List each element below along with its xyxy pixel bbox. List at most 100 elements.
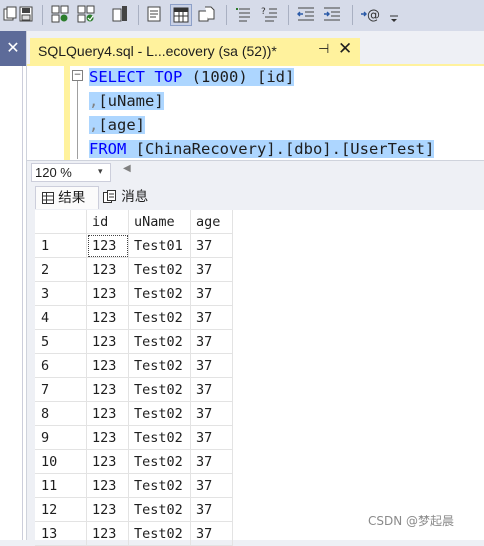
- cell-uname[interactable]: Test02: [129, 306, 191, 330]
- close-tab-icon[interactable]: ✕: [338, 39, 352, 59]
- cell-id[interactable]: 123: [87, 258, 129, 282]
- cell-age[interactable]: 37: [191, 234, 233, 258]
- cell-uname[interactable]: Test02: [129, 330, 191, 354]
- cell-id[interactable]: 123: [87, 354, 129, 378]
- pin-icon[interactable]: ⊣: [318, 42, 329, 57]
- cell-age[interactable]: 37: [191, 330, 233, 354]
- row-number[interactable]: 3: [35, 282, 87, 306]
- cell-id[interactable]: 123: [87, 474, 129, 498]
- cell-id[interactable]: 123: [87, 450, 129, 474]
- uncomment-icon[interactable]: ?: [260, 4, 280, 24]
- cell-age[interactable]: 37: [191, 498, 233, 522]
- query-options-icon[interactable]: [50, 4, 70, 24]
- zoom-bar: 120 % ▾ ◀: [27, 160, 484, 183]
- cell-age[interactable]: 37: [191, 282, 233, 306]
- panel-header: ✕: [0, 31, 26, 66]
- results-to-file-icon[interactable]: [196, 4, 216, 24]
- row-number[interactable]: 10: [35, 450, 87, 474]
- object-explorer-panel: ✕: [0, 31, 27, 540]
- cell-uname[interactable]: Test02: [129, 474, 191, 498]
- code-line: FROM [ChinaRecovery].[dbo].[UserTest]: [89, 140, 435, 158]
- cell-uname[interactable]: Test02: [129, 498, 191, 522]
- row-number[interactable]: 9: [35, 426, 87, 450]
- cell-id[interactable]: 123: [87, 426, 129, 450]
- cell-id[interactable]: 123: [87, 402, 129, 426]
- row-number[interactable]: 6: [35, 354, 87, 378]
- column-header-uname[interactable]: uName: [129, 210, 191, 234]
- include-plan-icon[interactable]: [110, 4, 130, 24]
- row-number[interactable]: 11: [35, 474, 87, 498]
- cell-uname[interactable]: Test01: [129, 234, 191, 258]
- tab-results[interactable]: 结果: [35, 186, 99, 209]
- row-number[interactable]: 1: [35, 234, 87, 258]
- zoom-value: 120 %: [35, 165, 72, 180]
- query-editor[interactable]: − SELECT TOP (1000) [id] ,[uName] ,[age]…: [27, 66, 484, 160]
- cell-uname[interactable]: Test02: [129, 426, 191, 450]
- code-line: SELECT TOP (1000) [id]: [89, 68, 295, 86]
- cell-id[interactable]: 123: [87, 378, 129, 402]
- cell-uname[interactable]: Test02: [129, 378, 191, 402]
- cell-id[interactable]: 123: [87, 498, 129, 522]
- cell-id[interactable]: 123: [87, 330, 129, 354]
- results-grid[interactable]: id uName age 1 123 Test01 37 2 123 Test02 37 3 12…: [35, 210, 484, 546]
- query-tab[interactable]: SQLQuery4.sql - L...ecovery (sa (52))* ⊣…: [30, 38, 360, 66]
- cell-uname[interactable]: Test02: [129, 522, 191, 546]
- cell-uname[interactable]: Test02: [129, 258, 191, 282]
- cell-age[interactable]: 37: [191, 402, 233, 426]
- row-number[interactable]: 2: [35, 258, 87, 282]
- cell-age[interactable]: 37: [191, 426, 233, 450]
- save-icon[interactable]: [16, 4, 36, 24]
- code-line: ,[age]: [89, 116, 146, 134]
- messages-icon: [103, 188, 117, 210]
- panel-close-icon[interactable]: ✕: [0, 37, 26, 59]
- column-header-age[interactable]: age: [191, 210, 233, 234]
- cell-age[interactable]: 37: [191, 474, 233, 498]
- scroll-left-icon[interactable]: ◀: [123, 163, 131, 174]
- row-number[interactable]: 4: [35, 306, 87, 330]
- svg-text:?: ?: [261, 7, 266, 17]
- specify-values-icon[interactable]: @: [360, 4, 380, 24]
- cell-age[interactable]: 37: [191, 258, 233, 282]
- intellisense-icon[interactable]: [76, 4, 96, 24]
- code-line: ,[uName]: [89, 92, 164, 110]
- decrease-indent-icon[interactable]: [296, 4, 316, 24]
- results-to-grid-icon[interactable]: [170, 4, 192, 26]
- cell-age[interactable]: 37: [191, 450, 233, 474]
- keyword: SELECT TOP: [89, 68, 183, 86]
- cell-id[interactable]: 123: [87, 282, 129, 306]
- results-tab-bar: 结果 消息: [27, 182, 484, 210]
- row-number[interactable]: 5: [35, 330, 87, 354]
- cell-uname[interactable]: Test02: [129, 282, 191, 306]
- svg-text:@: @: [367, 8, 380, 23]
- cell-id[interactable]: 123: [87, 234, 129, 258]
- comment-icon[interactable]: [234, 4, 254, 24]
- cell-uname[interactable]: Test02: [129, 354, 191, 378]
- grid-icon: [42, 189, 54, 211]
- row-number[interactable]: 12: [35, 498, 87, 522]
- column-header-id[interactable]: id: [87, 210, 129, 234]
- cell-id[interactable]: 123: [87, 306, 129, 330]
- cell-age[interactable]: 37: [191, 522, 233, 546]
- line-gutter: [27, 66, 65, 160]
- cell-age[interactable]: 37: [191, 354, 233, 378]
- cell-age[interactable]: 37: [191, 306, 233, 330]
- chevron-down-icon[interactable]: ▾: [98, 164, 103, 181]
- row-number[interactable]: 7: [35, 378, 87, 402]
- toolbar: ? @: [0, 0, 484, 32]
- tab-messages[interactable]: 消息: [103, 186, 163, 208]
- cell-age[interactable]: 37: [191, 378, 233, 402]
- row-number[interactable]: 8: [35, 402, 87, 426]
- results-to-text-icon[interactable]: [144, 4, 164, 24]
- cell-uname[interactable]: Test02: [129, 402, 191, 426]
- row-number[interactable]: 13: [35, 522, 87, 546]
- change-marker: [64, 66, 70, 160]
- more-icon[interactable]: [384, 8, 404, 28]
- cell-uname[interactable]: Test02: [129, 450, 191, 474]
- increase-indent-icon[interactable]: [322, 4, 342, 24]
- watermark: CSDN @梦起晨: [368, 514, 455, 528]
- zoom-select[interactable]: 120 % ▾: [31, 163, 111, 182]
- collapse-icon[interactable]: −: [72, 70, 83, 81]
- cell-id[interactable]: 123: [87, 522, 129, 546]
- fold-guide: [77, 81, 78, 159]
- corner-header[interactable]: [35, 210, 87, 234]
